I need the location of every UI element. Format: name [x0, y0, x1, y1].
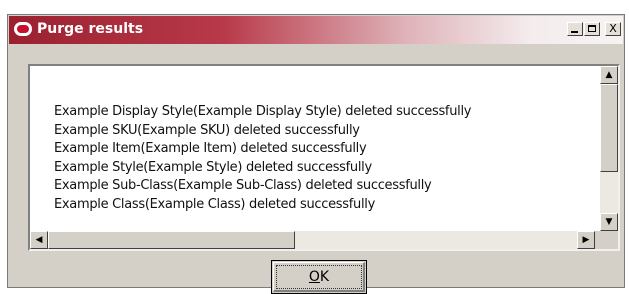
- list-item: Example SKU(Example SKU) deleted success…: [54, 122, 360, 138]
- list-item: Example Class(Example Class) deleted suc…: [54, 196, 375, 212]
- scroll-down-button[interactable]: ▼: [600, 213, 618, 231]
- minimize-icon: [571, 31, 578, 33]
- arrow-up-icon: ▲: [605, 70, 613, 80]
- results-lines: Example Display Style(Example Display St…: [54, 103, 471, 215]
- horizontal-scroll-thumb[interactable]: [48, 231, 295, 249]
- maximize-icon: [588, 25, 596, 32]
- oracle-logo-icon: [14, 22, 32, 36]
- ok-mnemonic: O: [308, 269, 320, 285]
- ok-button[interactable]: OK: [271, 260, 367, 294]
- vertical-scroll-thumb[interactable]: [600, 84, 618, 172]
- arrow-down-icon: ▼: [605, 217, 613, 227]
- window-title: Purge results: [37, 21, 144, 37]
- scroll-left-button[interactable]: ◀: [30, 231, 48, 249]
- minimize-button[interactable]: [567, 22, 583, 36]
- list-item: Example Item(Example Item) deleted succe…: [54, 141, 367, 157]
- close-icon: X: [609, 22, 617, 35]
- arrow-right-icon: ▶: [582, 235, 590, 245]
- title-bar[interactable]: Purge results X: [9, 16, 623, 44]
- close-button[interactable]: X: [605, 22, 621, 36]
- list-item: Example Sub-Class(Example Sub-Class) del…: [54, 178, 432, 194]
- list-item: Example Display Style(Example Display St…: [54, 104, 472, 119]
- scrollbar-corner: [595, 231, 618, 249]
- list-item: Example Style(Example Style) deleted suc…: [54, 159, 372, 175]
- horizontal-scrollbar[interactable]: ◀ ▶: [30, 231, 595, 249]
- scroll-right-button[interactable]: ▶: [577, 231, 595, 249]
- vertical-scrollbar[interactable]: ▲ ▼: [600, 66, 618, 231]
- arrow-left-icon: ◀: [35, 235, 43, 245]
- maximize-button[interactable]: [584, 22, 600, 36]
- ok-button-label: OK: [272, 269, 366, 285]
- purge-results-dialog: Purge results X Example Display Style(Ex…: [7, 14, 625, 294]
- scroll-up-button[interactable]: ▲: [600, 66, 618, 84]
- results-list[interactable]: Example Display Style(Example Display St…: [28, 64, 620, 251]
- ok-label-rest: K: [319, 269, 330, 285]
